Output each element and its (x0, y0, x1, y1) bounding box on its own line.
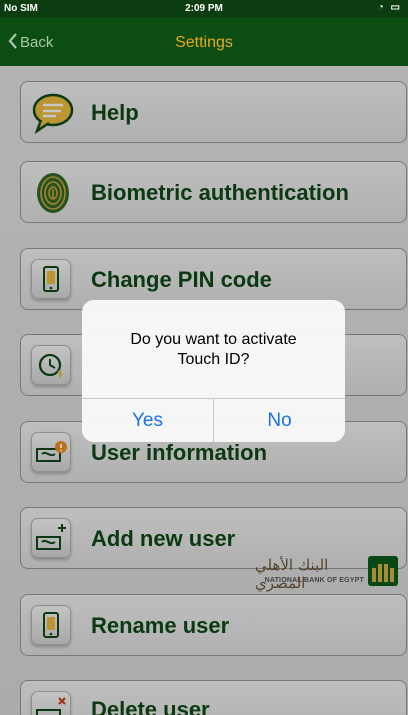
yes-button[interactable]: Yes (82, 399, 213, 442)
dialog-message: Do you want to activate Touch ID? (96, 330, 331, 370)
settings-screen: No SIM 2:09 PM ◔ ▭ Back Settings Help Bi… (0, 0, 408, 715)
clock: 2:09 PM (185, 3, 223, 14)
page-title: Settings (175, 34, 233, 51)
status-bar: No SIM 2:09 PM ◔ ▭ (0, 0, 408, 18)
status-indicators: ◔ ▭ (377, 2, 402, 13)
navigation-bar: Back Settings (0, 18, 408, 66)
dialog-message-line1: Do you want to activate (130, 331, 297, 348)
no-button[interactable]: No (214, 399, 345, 442)
dialog-message-line2: Touch ID? (177, 351, 250, 368)
touch-id-dialog: Do you want to activate Touch ID? Yes No (82, 300, 345, 442)
